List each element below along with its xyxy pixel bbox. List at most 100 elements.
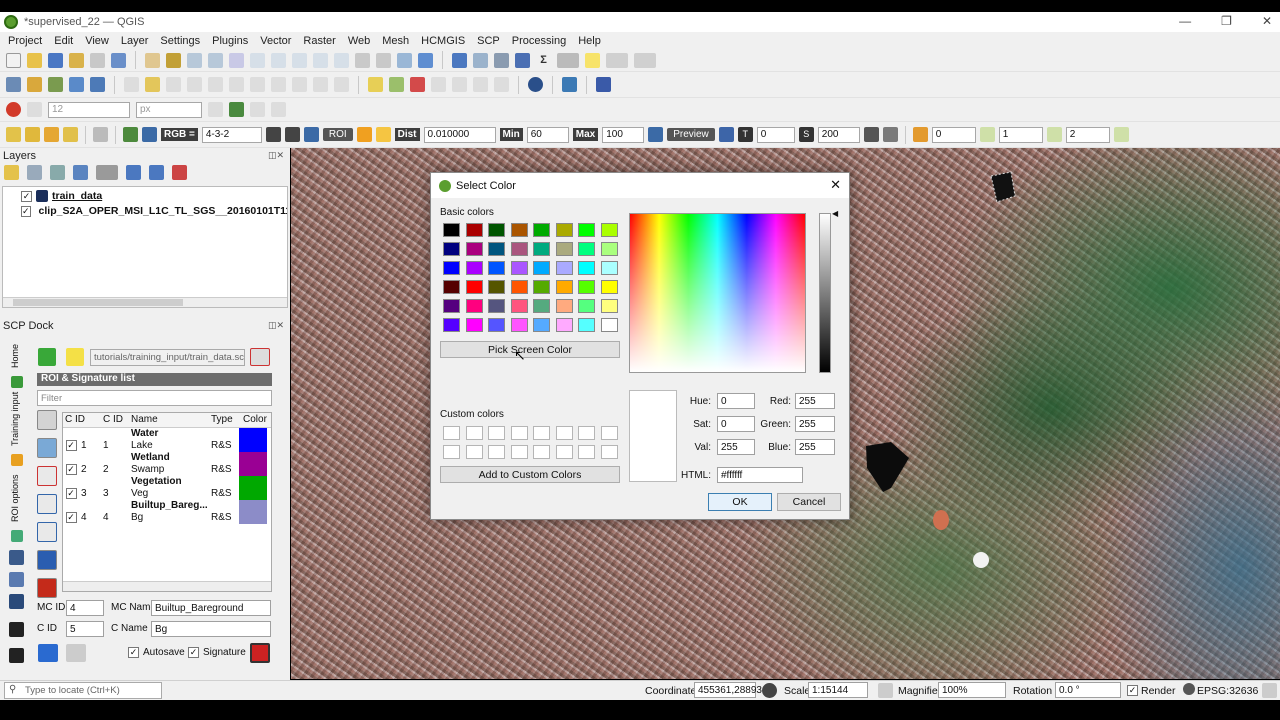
zoom-preview-icon[interactable] [648, 127, 664, 142]
crs-label[interactable]: EPSG:32636 [1197, 685, 1258, 697]
basic-color-swatch[interactable] [510, 280, 528, 294]
basic-color-swatch[interactable] [510, 318, 528, 332]
basic-color-swatch[interactable] [488, 223, 505, 237]
run-icon[interactable] [1113, 127, 1129, 142]
basic-color-swatch[interactable] [465, 261, 483, 275]
side-tool-4-icon[interactable] [9, 622, 24, 637]
custom-color-swatch[interactable] [533, 445, 550, 459]
select-value-icon[interactable] [25, 127, 40, 142]
zoom-full-icon[interactable] [229, 52, 244, 68]
custom-color-swatch[interactable] [465, 445, 483, 459]
rgb-select[interactable]: 4-3-2 [201, 126, 262, 143]
color-cell[interactable] [239, 487, 267, 500]
label-change-icon[interactable] [494, 77, 509, 92]
cancel-button[interactable]: Cancel [777, 493, 841, 511]
side-tool-1-icon[interactable] [9, 550, 24, 565]
green-input[interactable]: 255 [795, 416, 835, 432]
zoom-next-icon[interactable] [334, 52, 349, 68]
col-c-id[interactable]: C ID [101, 413, 129, 427]
basic-color-swatch[interactable] [465, 242, 483, 256]
custom-color-swatch[interactable] [600, 445, 618, 459]
roi-polygon-2[interactable] [866, 442, 909, 492]
red-input[interactable]: 255 [795, 393, 835, 409]
kml-icon[interactable] [882, 127, 898, 142]
col-name[interactable]: Name [129, 413, 209, 427]
pick-screen-color-button[interactable]: Pick Screen Color [440, 341, 620, 358]
pan-to-selection-icon[interactable] [166, 52, 181, 68]
style-manager-icon[interactable] [111, 52, 126, 68]
save-project-icon[interactable] [48, 52, 63, 68]
custom-color-swatch[interactable] [510, 426, 528, 440]
custom-color-swatch[interactable] [488, 445, 505, 459]
custom-color-swatch[interactable] [555, 445, 573, 459]
basic-color-swatch[interactable] [600, 242, 618, 256]
add-raster-icon[interactable] [69, 77, 84, 92]
globe-icon[interactable] [528, 77, 543, 92]
select-features-icon[interactable] [6, 127, 21, 142]
custom-color-swatch[interactable] [510, 445, 528, 459]
identify-icon[interactable] [452, 52, 467, 68]
mc-id-input[interactable]: 4 [66, 600, 104, 616]
temporal-icon[interactable] [397, 52, 412, 68]
c-name-input[interactable]: Bg [151, 621, 271, 637]
value-slider[interactable] [819, 213, 831, 373]
basic-color-swatch[interactable] [510, 223, 528, 237]
dialog-close-icon[interactable]: ✕ [830, 177, 841, 193]
scp-dock-icon[interactable] [123, 127, 138, 142]
step-icon[interactable] [1046, 127, 1062, 142]
minimize-button[interactable]: — [1179, 14, 1191, 28]
basic-color-swatch[interactable] [443, 242, 460, 256]
refresh-icon[interactable] [418, 52, 433, 68]
help-book-icon[interactable] [596, 77, 611, 92]
advanced-digitizing-icon[interactable] [250, 102, 265, 117]
basic-color-swatch[interactable] [510, 261, 528, 275]
color-cell[interactable] [239, 511, 267, 524]
basic-color-swatch[interactable] [443, 261, 460, 275]
cut-features-icon[interactable] [250, 77, 265, 92]
menu-raster[interactable]: Raster [303, 35, 335, 47]
row-checkbox[interactable]: ✓ [65, 512, 77, 523]
print-layout-icon[interactable] [90, 52, 105, 68]
paste-features-icon[interactable] [292, 77, 307, 92]
home-icon[interactable] [11, 376, 23, 388]
min-input[interactable]: 60 [526, 126, 569, 143]
basic-color-swatch[interactable] [578, 280, 595, 294]
layers-stack-icon[interactable] [93, 127, 108, 142]
vertex-tool-icon[interactable] [208, 77, 223, 92]
new-project-icon[interactable] [6, 52, 21, 68]
redo-icon[interactable] [334, 77, 349, 92]
menu-plugins[interactable]: Plugins [212, 35, 248, 47]
layer-row-clip[interactable]: ✓ clip_S2A_OPER_MSI_L1C_TL_SGS__20160101… [21, 204, 287, 218]
col-color[interactable]: Color [241, 413, 271, 427]
add-vector-icon[interactable] [48, 77, 63, 92]
copy-features-icon[interactable] [271, 77, 286, 92]
basic-color-swatch[interactable] [465, 280, 483, 294]
basic-color-swatch[interactable] [488, 242, 505, 256]
sat-input[interactable]: 0 [717, 416, 755, 432]
map-tips-icon[interactable] [585, 52, 600, 68]
zoom-selection-icon[interactable] [250, 52, 265, 68]
table-row[interactable]: ✓ 4 4 Bg R&S [63, 511, 271, 524]
basic-color-swatch[interactable] [510, 242, 528, 256]
create-roi-icon[interactable] [356, 127, 372, 142]
record-icon[interactable] [6, 102, 21, 117]
basic-color-swatch[interactable] [533, 299, 550, 313]
custom-color-swatch[interactable] [488, 426, 505, 440]
processing-toolbox-icon[interactable] [515, 52, 530, 68]
basic-color-swatch[interactable] [578, 299, 595, 313]
dock-float-close-icon[interactable]: ◫✕ [268, 320, 284, 331]
table-row[interactable]: ✓ 3 3 Veg R&S [63, 487, 271, 500]
zoom-in-icon[interactable] [187, 52, 202, 68]
col-type[interactable]: Type [209, 413, 241, 427]
tab-roi-options[interactable]: ROI options [10, 474, 20, 522]
val-input[interactable]: 255 [717, 439, 755, 455]
zoom-layer-icon[interactable] [271, 52, 286, 68]
basic-color-swatch[interactable] [600, 318, 618, 332]
custom-color-swatch[interactable] [533, 426, 550, 440]
label-rotate-icon[interactable] [473, 77, 488, 92]
menu-vector[interactable]: Vector [260, 35, 291, 47]
basic-color-swatch[interactable] [555, 223, 573, 237]
label-highlight-icon[interactable] [410, 77, 425, 92]
classification-icon[interactable] [718, 127, 734, 142]
maximize-button[interactable]: ❐ [1221, 14, 1232, 28]
